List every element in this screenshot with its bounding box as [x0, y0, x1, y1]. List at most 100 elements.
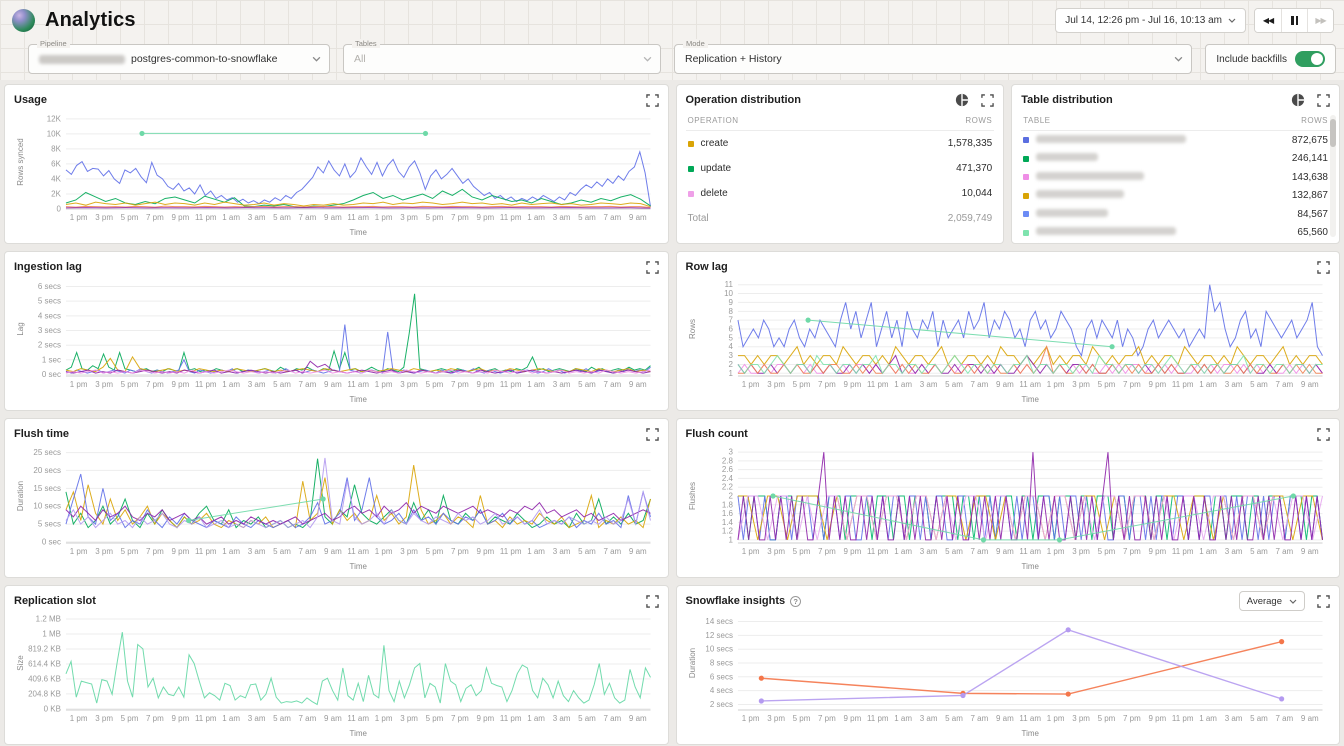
svg-text:5 pm: 5 pm	[426, 714, 444, 723]
svg-text:1 am: 1 am	[222, 714, 240, 723]
date-range-label: Jul 14, 12:26 pm - Jul 16, 10:13 am	[1065, 15, 1222, 26]
svg-text:1 pm: 1 pm	[1046, 380, 1064, 389]
table-row: 143,638	[1021, 168, 1330, 187]
chevron-down-icon	[643, 56, 652, 62]
svg-text:9 am: 9 am	[629, 213, 647, 222]
series-swatch	[1023, 174, 1029, 180]
operation-row: update 471,370	[686, 156, 995, 181]
svg-text:9 am: 9 am	[324, 213, 342, 222]
expand-icon[interactable]	[646, 595, 659, 608]
svg-text:3 am: 3 am	[553, 213, 571, 222]
scrollbar-thumb[interactable]	[1330, 119, 1336, 147]
expand-icon[interactable]	[646, 261, 659, 274]
svg-text:7 pm: 7 pm	[818, 547, 836, 556]
help-icon[interactable]: ?	[790, 596, 801, 607]
svg-text:4 secs: 4 secs	[709, 686, 732, 695]
svg-text:7 pm: 7 pm	[1122, 547, 1140, 556]
pause-button[interactable]	[1281, 9, 1307, 32]
pipeline-value: postgres-common-to-snowflake	[131, 53, 277, 65]
svg-text:5 am: 5 am	[273, 714, 291, 723]
brand: Analytics	[12, 9, 136, 32]
svg-text:3 pm: 3 pm	[95, 547, 113, 556]
operation-rows-value: 1,578,335	[948, 138, 993, 149]
table-name-redacted	[1036, 153, 1292, 164]
svg-text:3 secs: 3 secs	[38, 326, 61, 335]
svg-text:1 pm: 1 pm	[375, 547, 393, 556]
table-row: 65,073	[1021, 242, 1330, 244]
svg-text:1 pm: 1 pm	[741, 547, 759, 556]
pie-chart-icon[interactable]	[955, 93, 969, 107]
pie-chart-icon[interactable]	[1291, 93, 1305, 107]
svg-text:7: 7	[728, 316, 733, 325]
svg-text:1 pm: 1 pm	[741, 714, 759, 723]
svg-text:25 secs: 25 secs	[33, 448, 61, 457]
ingestion-lag-chart: 0 sec1 sec2 secs3 secs4 secs5 secs6 secs…	[14, 275, 659, 404]
svg-text:3 am: 3 am	[1224, 714, 1242, 723]
redacted-pipeline-prefix	[39, 55, 125, 64]
card-title-flush-time: Flush time	[14, 428, 69, 440]
svg-text:5 am: 5 am	[273, 547, 291, 556]
replication-slot-chart: 0 KB204.8 KB409.6 KB614.4 KB819.2 KB1 MB…	[14, 609, 659, 738]
aggregate-select[interactable]: Average	[1239, 591, 1305, 611]
table-rows-value: 65,560	[1297, 227, 1328, 238]
svg-text:2: 2	[728, 492, 733, 501]
expand-icon[interactable]	[1317, 261, 1330, 274]
svg-text:0 KB: 0 KB	[44, 704, 61, 713]
expand-icon[interactable]	[1317, 428, 1330, 441]
pipeline-select[interactable]: Pipeline postgres-common-to-snowflake	[28, 44, 330, 74]
fast-forward-button[interactable]: ▶▶	[1307, 9, 1333, 32]
table-distribution-rows: 872,675 246,141 143,638 132,867 84,567 6…	[1021, 131, 1330, 244]
svg-text:9 pm: 9 pm	[476, 547, 494, 556]
expand-icon[interactable]	[646, 428, 659, 441]
expand-icon[interactable]	[1317, 595, 1330, 608]
svg-text:2.8: 2.8	[721, 456, 733, 465]
table-rows-value: 872,675	[1292, 135, 1328, 146]
svg-text:7 am: 7 am	[603, 213, 621, 222]
svg-text:Lag: Lag	[16, 322, 25, 335]
svg-text:5 pm: 5 pm	[426, 380, 444, 389]
flush-count-chart: 11.21.41.61.822.22.42.62.831 pm3 pm5 pm7…	[686, 442, 1331, 571]
date-range-picker[interactable]: Jul 14, 12:26 pm - Jul 16, 10:13 am	[1055, 8, 1246, 33]
svg-text:1 pm: 1 pm	[70, 213, 88, 222]
svg-text:3 pm: 3 pm	[400, 213, 418, 222]
svg-text:1 am: 1 am	[1199, 547, 1217, 556]
svg-text:3 pm: 3 pm	[767, 714, 785, 723]
rewind-icon: ◀◀	[1263, 16, 1273, 25]
svg-text:11 pm: 11 pm	[195, 213, 217, 222]
svg-text:1 pm: 1 pm	[1046, 547, 1064, 556]
card-title-replication-slot: Replication slot	[14, 595, 96, 607]
svg-text:1 am: 1 am	[527, 380, 545, 389]
scrollbar[interactable]	[1330, 115, 1336, 237]
svg-text:3 am: 3 am	[248, 380, 266, 389]
page-title: Analytics	[45, 9, 136, 32]
svg-text:6: 6	[728, 325, 733, 334]
svg-text:3 am: 3 am	[919, 714, 937, 723]
tables-select[interactable]: Tables All	[343, 44, 661, 74]
svg-text:1 pm: 1 pm	[375, 714, 393, 723]
svg-text:9 am: 9 am	[629, 547, 647, 556]
operation-name: update	[701, 163, 957, 174]
series-swatch	[1023, 193, 1029, 199]
svg-text:1 pm: 1 pm	[375, 380, 393, 389]
svg-text:3 pm: 3 pm	[400, 714, 418, 723]
include-backfills-toggle[interactable]	[1295, 51, 1325, 67]
table-distribution-card: Table distribution TABLE ROWS 872,675	[1011, 84, 1340, 244]
svg-text:12K: 12K	[47, 114, 62, 123]
series-swatch	[1023, 211, 1029, 217]
svg-text:7 am: 7 am	[298, 714, 316, 723]
svg-text:3 pm: 3 pm	[767, 380, 785, 389]
svg-text:3 am: 3 am	[919, 380, 937, 389]
series-swatch	[688, 141, 694, 147]
svg-text:1 am: 1 am	[1199, 714, 1217, 723]
mode-select[interactable]: Mode Replication + History	[674, 44, 1192, 74]
svg-text:12 secs: 12 secs	[705, 631, 733, 640]
expand-icon[interactable]	[1317, 94, 1330, 107]
svg-text:7 am: 7 am	[970, 547, 988, 556]
svg-text:11 pm: 11 pm	[1171, 714, 1193, 723]
expand-icon[interactable]	[646, 94, 659, 107]
rewind-button[interactable]: ◀◀	[1255, 9, 1281, 32]
ingestion-lag-card: Ingestion lag 0 sec1 sec2 secs3 secs4 se…	[4, 251, 669, 411]
svg-text:1 am: 1 am	[527, 213, 545, 222]
expand-icon[interactable]	[981, 94, 994, 107]
table-row: 246,141	[1021, 150, 1330, 169]
